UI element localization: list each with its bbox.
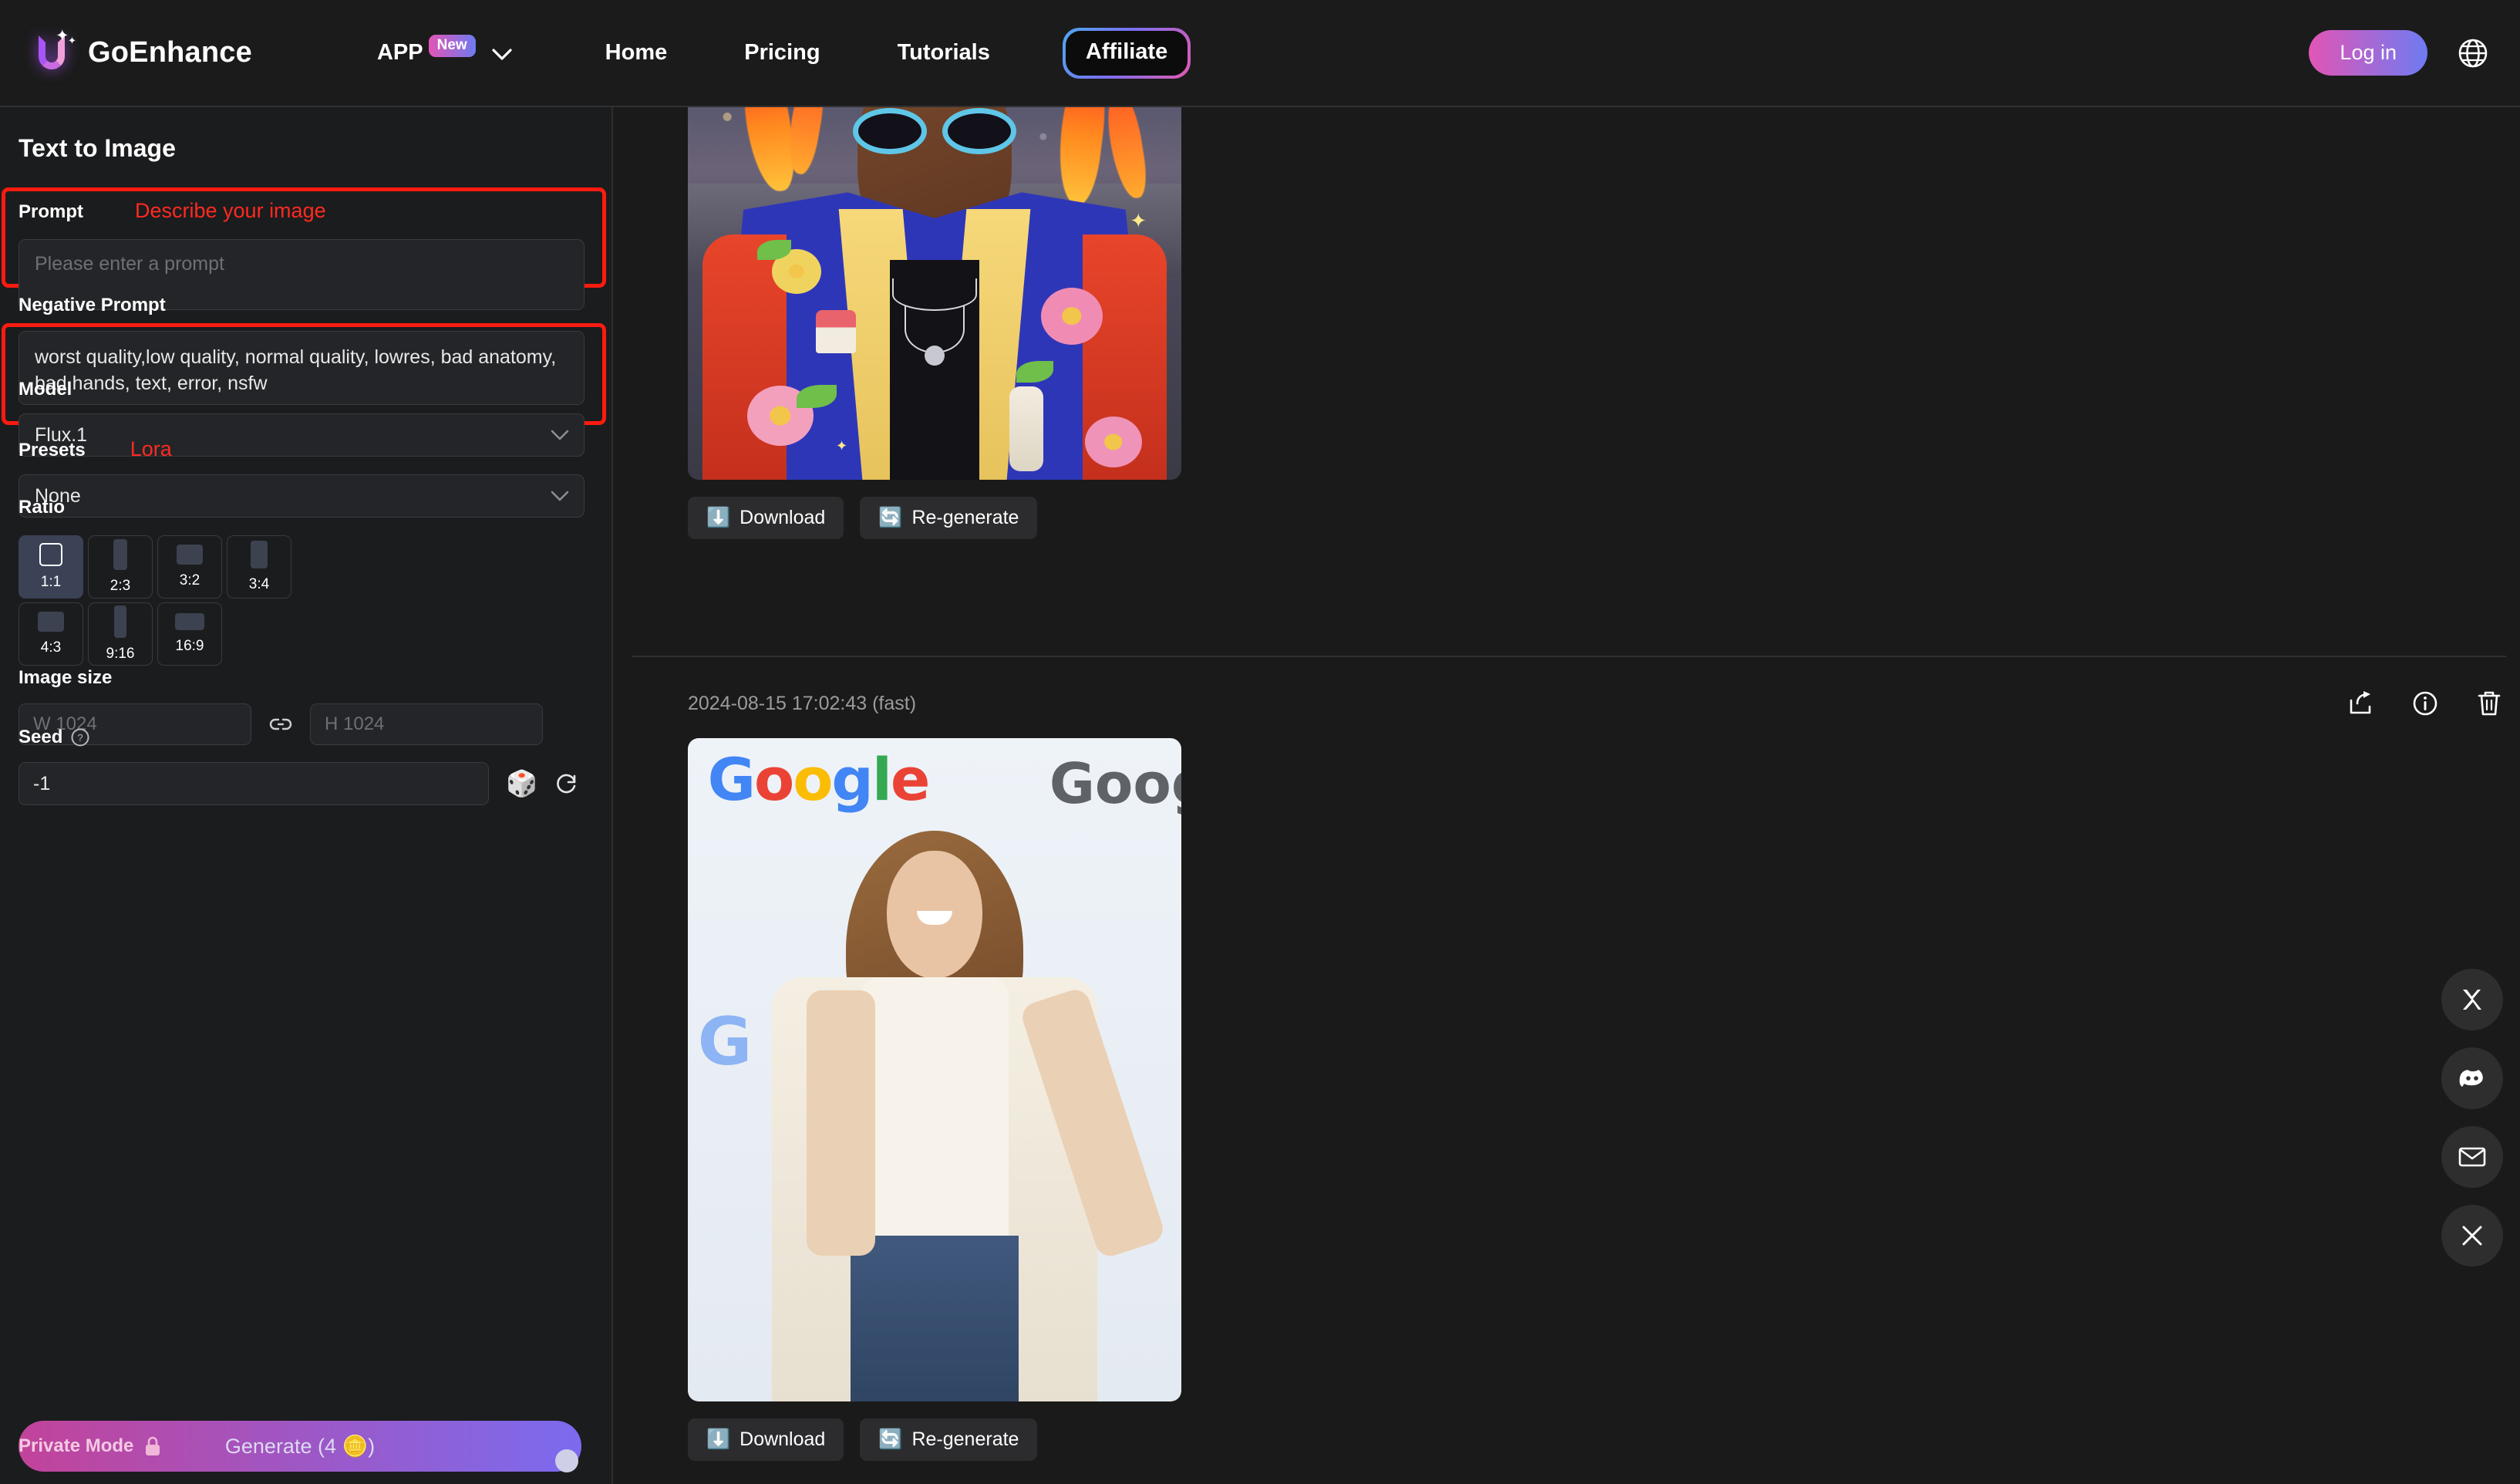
download-icon: ⬇️ (706, 507, 731, 528)
divider (632, 656, 2506, 657)
ratio-shape-icon (175, 613, 204, 630)
private-mode-row: Private Mode (19, 1428, 581, 1472)
lock-icon (143, 1435, 163, 1458)
ratio-option-label: 1:1 (40, 574, 62, 590)
discord-icon[interactable] (2441, 1047, 2503, 1109)
seed-input[interactable] (19, 762, 489, 805)
close-icon[interactable] (2441, 1205, 2503, 1266)
presets-label: Presets (19, 440, 86, 460)
nav-item-home[interactable]: Home (605, 40, 668, 66)
question-circle-icon[interactable]: ? (70, 727, 90, 747)
floating-social-buttons (2441, 969, 2503, 1266)
ratio-option-label: 9:16 (106, 646, 135, 662)
generated-image-1[interactable]: ✦ ✦ (688, 107, 1181, 480)
ratio-shape-icon (177, 545, 203, 565)
generation-results-area: ✦ ✦ ⬇️ Download 🔄 Re-generate 2024-08-15… (615, 107, 2520, 1484)
generated-image-card: ✦ ✦ ⬇️ Download 🔄 Re-generate (688, 107, 1181, 539)
ratio-option-16-9[interactable]: 16:9 (157, 602, 222, 666)
ratio-option-label: 3:2 (179, 572, 200, 589)
download-label: Download (739, 1428, 826, 1450)
image-size-label: Image size (19, 667, 113, 688)
nav-item-pricing[interactable]: Pricing (744, 40, 820, 66)
download-button[interactable]: ⬇️ Download (688, 1418, 844, 1461)
info-icon[interactable] (2411, 690, 2439, 717)
regenerate-label: Re-generate (911, 507, 1019, 528)
email-icon[interactable] (2441, 1126, 2503, 1188)
private-mode-label: Private Mode (19, 1435, 134, 1456)
ratio-option-label: 2:3 (109, 578, 131, 594)
nav-app-new-badge: New (428, 35, 476, 57)
image-meta-row: 2024-08-15 17:02:43 (fast) (615, 690, 2502, 717)
regenerate-button[interactable]: 🔄 Re-generate (860, 497, 1038, 539)
generated-image-card: Google Goog G h ⬇️ Download 🔄 Re (688, 738, 1181, 1461)
nav-affiliate-label: Affiliate (1065, 30, 1188, 76)
ratio-section: Ratio 1:1 2:3 3:2 3:4 4:3 9:16 16:9 (19, 497, 588, 666)
chevron-down-icon (491, 48, 513, 62)
ratio-option-9-16[interactable]: 9:16 (88, 602, 153, 666)
dice-icon[interactable]: 🎲 (506, 769, 537, 799)
ratio-shape-icon (114, 605, 126, 638)
download-button[interactable]: ⬇️ Download (688, 497, 844, 539)
globe-icon[interactable] (2457, 37, 2489, 69)
ratio-option-1-1[interactable]: 1:1 (19, 535, 83, 599)
ratio-shape-icon (38, 612, 64, 632)
ratio-option-3-2[interactable]: 3:2 (157, 535, 222, 599)
ratio-option-2-3[interactable]: 2:3 (88, 535, 153, 599)
download-label: Download (739, 507, 826, 528)
model-label: Model (19, 379, 72, 400)
page-title: Text to Image (19, 134, 176, 162)
ratio-option-label: 16:9 (175, 638, 204, 654)
nav-right-group: Log in (2309, 30, 2489, 76)
download-icon: ⬇️ (706, 1428, 731, 1450)
goenhance-logo-icon: ✦ ✦ (32, 28, 76, 77)
regenerate-button[interactable]: 🔄 Re-generate (860, 1418, 1038, 1461)
refresh-icon: 🔄 (878, 1428, 903, 1450)
brand-logo[interactable]: ✦ ✦ GoEnhance (32, 28, 252, 77)
nav-item-affiliate[interactable]: Affiliate (1062, 27, 1191, 79)
x-twitter-icon[interactable] (2441, 969, 2503, 1030)
nav-item-tutorials[interactable]: Tutorials (898, 40, 990, 66)
presets-annotation: Lora (130, 437, 172, 460)
ratio-shape-icon (251, 541, 268, 568)
ratio-label: Ratio (19, 497, 65, 518)
ratio-shape-icon (39, 543, 62, 566)
brand-name: GoEnhance (88, 36, 252, 69)
image-actions-2: ⬇️ Download 🔄 Re-generate (688, 1418, 1181, 1461)
top-navigation-bar: ✦ ✦ GoEnhance APP New Home Pricing Tutor… (0, 0, 2520, 107)
refresh-icon: 🔄 (878, 507, 903, 528)
regenerate-label: Re-generate (911, 1428, 1019, 1450)
nav-item-app[interactable]: APP New (376, 35, 513, 66)
trash-icon[interactable] (2476, 690, 2502, 717)
prompt-label: Prompt (19, 201, 83, 222)
ratio-option-label: 4:3 (40, 639, 62, 656)
generated-image-2[interactable]: Google Goog G h (688, 738, 1181, 1401)
svg-text:?: ? (78, 732, 83, 744)
nav-app-label: APP (376, 40, 423, 65)
refresh-icon[interactable] (554, 771, 579, 796)
negative-prompt-label: Negative Prompt (19, 295, 166, 315)
image-actions-1: ⬇️ Download 🔄 Re-generate (688, 497, 1181, 539)
seed-section: Seed ? 🎲 (19, 727, 588, 805)
prompt-annotation: Describe your image (135, 199, 326, 222)
ratio-option-3-4[interactable]: 3:4 (227, 535, 291, 599)
ratio-option-4-3[interactable]: 4:3 (19, 602, 83, 666)
share-icon[interactable] (2346, 690, 2374, 717)
ratio-option-label: 3:4 (248, 576, 270, 592)
ratio-option-grid: 1:1 2:3 3:2 3:4 4:3 9:16 16:9 (19, 535, 588, 666)
seed-label: Seed (19, 727, 63, 747)
ratio-shape-icon (113, 539, 127, 570)
login-button[interactable]: Log in (2309, 30, 2427, 76)
timestamp: 2024-08-15 17:02:43 (fast) (688, 692, 917, 714)
text-to-image-panel: Text to Image Prompt Describe your image… (0, 107, 613, 1484)
